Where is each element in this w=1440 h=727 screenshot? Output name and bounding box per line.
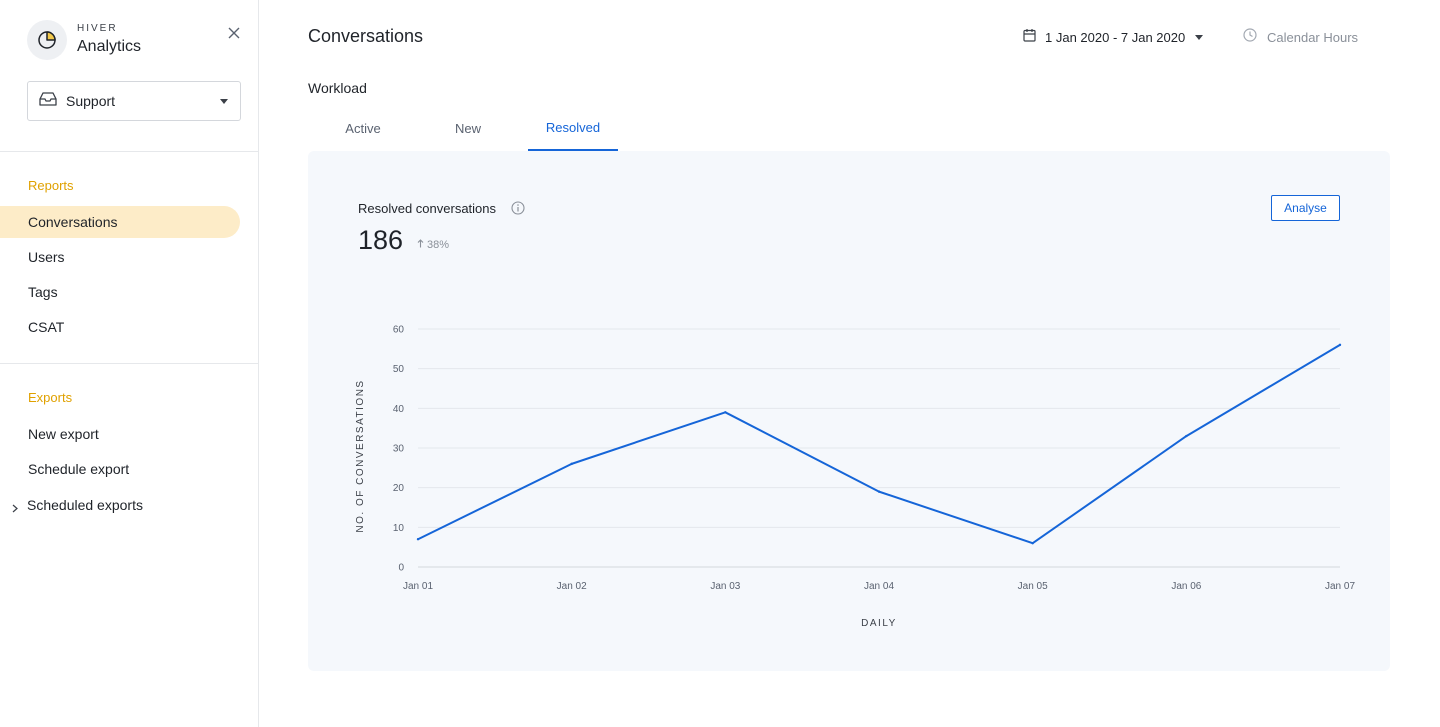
- brand: HIVER Analytics: [27, 20, 141, 60]
- chevron-down-icon: [220, 99, 228, 104]
- nav-item-tags[interactable]: Tags: [0, 276, 240, 308]
- data-point: [877, 490, 881, 493]
- exports-section-title: Exports: [28, 390, 73, 405]
- y-tick-label: 30: [393, 444, 405, 455]
- x-tick-label: Jan 06: [1171, 581, 1201, 592]
- team-select[interactable]: Support: [27, 81, 241, 121]
- inbox-icon: [39, 91, 57, 111]
- tab-active[interactable]: Active: [328, 106, 398, 151]
- reports-section-title: Reports: [28, 178, 74, 193]
- info-icon[interactable]: [511, 201, 525, 220]
- nav-item-conversations[interactable]: Conversations: [0, 206, 240, 238]
- data-point: [570, 462, 573, 466]
- resolved-line-chart: 0 10 20 30 40 50 60 Jan 01 Jan 02 Jan 03 Jan 04 Jan…: [355, 325, 1355, 630]
- y-tick-label: 0: [398, 563, 404, 574]
- x-tick-label: Jan 07: [1325, 581, 1355, 592]
- x-tick-label: Jan 02: [557, 581, 587, 592]
- page-title: Conversations: [308, 26, 424, 46]
- workload-title: Workload: [308, 80, 367, 96]
- close-icon[interactable]: [226, 25, 242, 41]
- analytics-logo-icon: [27, 20, 67, 60]
- chevron-down-icon: [1195, 35, 1204, 40]
- x-tick-label: Jan 04: [864, 581, 894, 592]
- y-tick-label: 60: [393, 325, 405, 336]
- data-point: [724, 411, 727, 414]
- nav-item-label: Schedule export: [28, 461, 130, 477]
- brand-small: HIVER: [77, 23, 118, 34]
- resolved-count: 186: [358, 225, 404, 255]
- divider: [0, 151, 259, 152]
- divider: [0, 363, 259, 364]
- nav-item-label: Users: [28, 249, 65, 265]
- y-tick-label: 10: [393, 523, 405, 534]
- nav-item-users[interactable]: Users: [0, 241, 240, 273]
- x-tick-label: Jan 03: [710, 581, 740, 592]
- date-range-picker[interactable]: 1 Jan 2020 - 7 Jan 2020: [1023, 28, 1204, 47]
- resolved-panel: 0 10 20 30 40 50 60 Jan 01 Jan 02 Jan 03 Jan 04 Jan…: [308, 151, 1390, 671]
- data-point: [1185, 434, 1188, 438]
- nav-item-label: Conversations: [28, 214, 118, 230]
- calendar-icon: [1023, 28, 1036, 47]
- change-indicator: 38%: [417, 239, 449, 251]
- nav-item-csat[interactable]: CSAT: [0, 311, 240, 343]
- nav-item-label: Tags: [28, 284, 58, 300]
- x-tick-label: Jan 05: [1018, 581, 1048, 592]
- series-line: [417, 344, 1341, 545]
- tab-resolved[interactable]: Resolved: [528, 106, 618, 151]
- y-axis-title: NO. OF CONVERSATIONS: [355, 379, 366, 532]
- date-range-value: 1 Jan 2020 - 7 Jan 2020: [1045, 30, 1186, 45]
- nav-item-label: New export: [28, 426, 99, 442]
- data-point: [1338, 343, 1342, 347]
- nav-item-scheduled-exports[interactable]: Scheduled exports: [0, 489, 240, 521]
- team-select-value: Support: [66, 93, 116, 109]
- x-tick-label: Jan 01: [403, 581, 433, 592]
- x-axis-title: DAILY: [861, 618, 897, 629]
- y-tick-label: 20: [393, 483, 405, 494]
- data-point: [1031, 542, 1034, 545]
- clock-icon: [1243, 28, 1257, 47]
- y-tick-label: 40: [393, 404, 405, 415]
- calendar-hours-label: Calendar Hours: [1267, 30, 1359, 45]
- sidebar: HIVER Analytics Support Reports Conversa…: [0, 0, 259, 727]
- change-value: 38%: [427, 239, 450, 251]
- y-tick-label: 50: [393, 364, 405, 375]
- brand-name: Analytics: [77, 38, 142, 55]
- data-point: [416, 538, 420, 541]
- analyse-button[interactable]: Analyse: [1271, 195, 1340, 221]
- nav-item-label: Scheduled exports: [27, 497, 143, 513]
- nav-item-label: CSAT: [28, 319, 65, 335]
- calendar-hours-toggle[interactable]: Calendar Hours: [1243, 28, 1358, 47]
- arrow-up-icon: [417, 239, 424, 251]
- tab-new[interactable]: New: [433, 106, 503, 151]
- nav-item-new-export[interactable]: New export: [0, 418, 240, 450]
- nav-item-schedule-export[interactable]: Schedule export: [0, 453, 240, 485]
- panel-title: Resolved conversations: [358, 201, 497, 216]
- chevron-right-icon[interactable]: [12, 500, 18, 516]
